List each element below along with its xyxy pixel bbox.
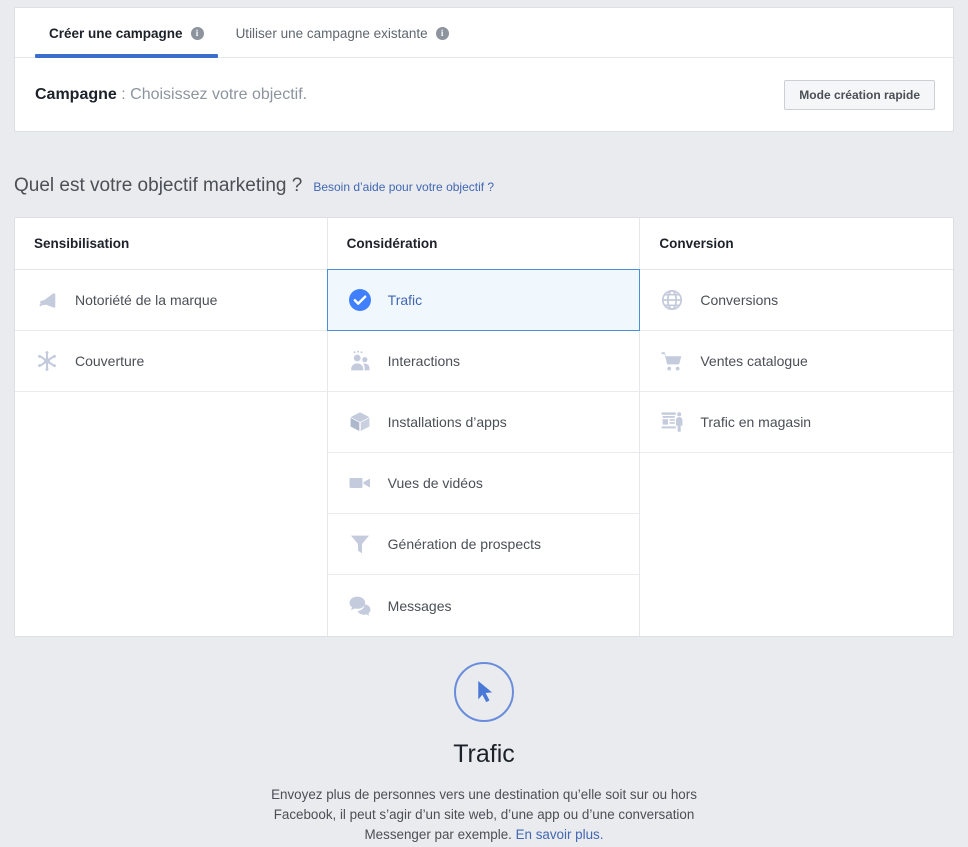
shopping-cart-icon	[660, 349, 684, 373]
detail-title: Trafic	[453, 740, 515, 768]
objective-column-consideration: Considération Trafic Interactions Instal…	[326, 218, 641, 636]
quick-creation-mode-button[interactable]: Mode création rapide	[784, 80, 935, 110]
app-box-icon	[348, 410, 372, 434]
objective-label: Trafic	[387, 292, 423, 308]
objective-engagement[interactable]: Interactions	[327, 331, 640, 392]
objective-label: Interactions	[387, 353, 461, 369]
campaign-instruction: : Choisissez votre objectif.	[116, 86, 308, 103]
detail-description-text: Envoyez plus de personnes vers une desti…	[271, 787, 697, 842]
objective-label: Messages	[387, 597, 452, 614]
objective-messages[interactable]: Messages	[327, 575, 640, 636]
objective-video-views[interactable]: Vues de vidéos	[327, 453, 640, 514]
check-circle-icon	[348, 288, 372, 312]
objective-label: Génération de prospects	[387, 536, 541, 552]
objective-label: Trafic en magasin	[700, 414, 812, 430]
objective-label: Ventes catalogue	[700, 353, 808, 369]
objective-label: Couverture	[75, 353, 145, 369]
tab-create-campaign-label: Créer une campagne	[49, 25, 183, 41]
objective-column-conversion: Conversion Conversions Ventes catalogue …	[640, 218, 954, 636]
funnel-icon	[348, 532, 372, 556]
chat-bubbles-icon	[348, 594, 372, 618]
globe-icon	[660, 288, 684, 312]
objective-app-installs[interactable]: Installations d’apps	[327, 392, 640, 453]
objective-detail-panel: Trafic Envoyez plus de personnes vers un…	[14, 640, 954, 845]
column-header-conversion: Conversion	[640, 218, 954, 270]
objectives-table: Sensibilisation Notoriété de la marque C…	[14, 217, 954, 637]
objective-label: Installations d’apps	[387, 414, 507, 430]
objective-label: Notoriété de la marque	[75, 292, 218, 308]
people-icon	[348, 349, 372, 373]
campaign-top-card: Créer une campagne i Utiliser une campag…	[14, 7, 954, 132]
learn-more-link[interactable]: En savoir plus.	[516, 827, 604, 842]
objective-reach[interactable]: Couverture	[15, 331, 327, 392]
storefront-icon	[660, 410, 684, 434]
campaign-label: Campagne	[35, 86, 117, 103]
tab-use-existing-campaign-label: Utiliser une campagne existante	[235, 25, 428, 41]
info-icon[interactable]: i	[435, 26, 449, 40]
info-icon[interactable]: i	[190, 26, 204, 40]
video-camera-icon	[348, 471, 372, 495]
tab-bar: Créer une campagne i Utiliser une campag…	[15, 8, 953, 58]
reach-starburst-icon	[35, 349, 59, 373]
megaphone-icon	[35, 288, 59, 312]
objective-column-awareness-filler	[15, 392, 327, 636]
campaign-objective-text: Campagne : Choisissez votre objectif.	[35, 86, 784, 104]
column-header-awareness: Sensibilisation	[15, 218, 327, 270]
objective-column-conversion-filler	[640, 453, 954, 636]
objective-store-traffic[interactable]: Trafic en magasin	[640, 392, 954, 453]
objective-lead-generation[interactable]: Génération de prospects	[327, 514, 640, 575]
tab-create-campaign[interactable]: Créer une campagne i	[33, 8, 220, 58]
objective-label: Vues de vidéos	[387, 475, 483, 491]
objective-heading-row: Quel est votre objectif marketing ? Beso…	[14, 175, 494, 197]
cursor-pointer-circle-icon	[454, 662, 514, 722]
objective-traffic[interactable]: Trafic	[326, 269, 641, 331]
column-header-consideration: Considération	[327, 218, 640, 270]
campaign-objective-bar: Campagne : Choisissez votre objectif. Mo…	[15, 58, 953, 132]
detail-description: Envoyez plus de personnes vers une desti…	[254, 785, 714, 845]
objective-brand-awareness[interactable]: Notoriété de la marque	[15, 270, 327, 331]
objective-column-awareness: Sensibilisation Notoriété de la marque C…	[15, 218, 328, 636]
tab-use-existing-campaign[interactable]: Utiliser une campagne existante i	[220, 8, 465, 58]
objective-catalogue-sales[interactable]: Ventes catalogue	[640, 331, 954, 392]
objective-label: Conversions	[700, 292, 779, 308]
objective-help-link[interactable]: Besoin d’aide pour votre objectif ?	[313, 180, 494, 194]
objective-conversions[interactable]: Conversions	[640, 270, 954, 331]
page-title: Quel est votre objectif marketing ?	[14, 175, 303, 196]
